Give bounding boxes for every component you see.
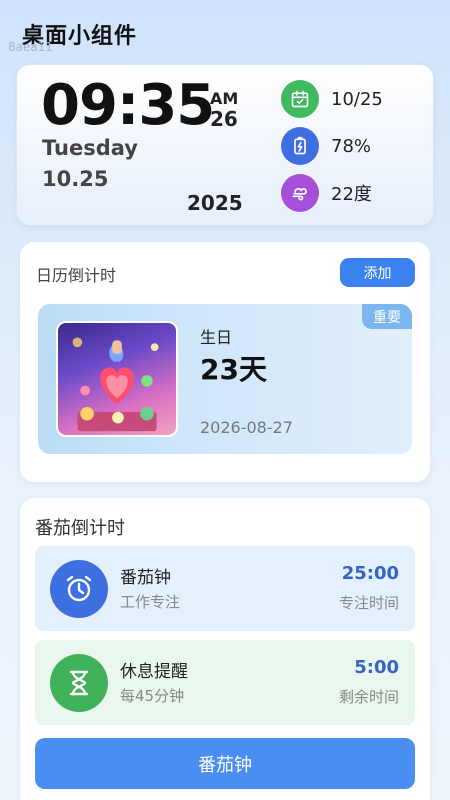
alarm-clock-icon [50, 560, 108, 618]
clock-time: 09:35 [41, 73, 215, 138]
pomodoro-item-rest[interactable]: 休息提醒 每45分钟 5:00 剩余时间 [35, 640, 415, 725]
pomodoro-item-value: 5:00 [354, 657, 399, 678]
event-days-remaining: 23天 [200, 353, 267, 386]
pomodoro-title: 番茄倒计时 [35, 518, 125, 539]
stat-temperature-value: 22度 [331, 184, 372, 205]
clock-ampm: AM [210, 89, 239, 108]
event-name: 生日 [200, 328, 233, 347]
calendar-countdown-card: 日历倒计时 添加 重要 生日 23天 2026-08-27 [20, 242, 430, 482]
clock-date: 10.25 [42, 167, 109, 191]
hourglass-icon [50, 654, 108, 712]
event-date: 2026-08-27 [200, 418, 293, 437]
stat-date-value: 10/25 [331, 88, 383, 110]
important-tag: 重要 [362, 304, 412, 329]
pomodoro-item-label: 专注时间 [338, 594, 399, 612]
pomodoro-item-desc: 每45分钟 [120, 687, 185, 705]
calendar-check-icon [281, 80, 319, 118]
pomodoro-item-desc: 工作专注 [120, 593, 181, 611]
pomodoro-item-value: 25:00 [341, 563, 399, 584]
stat-date: 10/25 [281, 79, 431, 119]
pomodoro-item-name: 番茄钟 [120, 568, 171, 588]
watermark: 8aea11 [8, 40, 53, 54]
pomodoro-start-button[interactable]: 番茄钟 [35, 738, 415, 789]
weather-wind-icon [281, 174, 319, 212]
stat-battery: 78% [281, 126, 431, 166]
pomodoro-card: 番茄倒计时 番茄钟 工作专注 25:00 专注时间 休息提醒 每45分钟 5:0… [20, 498, 430, 800]
add-button[interactable]: 添加 [340, 258, 415, 287]
pomodoro-item-focus[interactable]: 番茄钟 工作专注 25:00 专注时间 [35, 546, 415, 631]
clock-seconds: 26 [210, 107, 238, 131]
clock-year: 2025 [187, 191, 243, 215]
event-thumbnail [56, 321, 178, 437]
stat-temperature: 22度 [281, 173, 431, 213]
calendar-countdown-title: 日历倒计时 [36, 266, 117, 285]
clock-weekday: Tuesday [42, 136, 138, 160]
pomodoro-item-label: 剩余时间 [338, 688, 399, 706]
pomodoro-item-name: 休息提醒 [120, 662, 188, 682]
clock-widget[interactable]: 09:35 AM 26 Tuesday 10.25 2025 10/25 78%… [16, 64, 434, 226]
event-card[interactable]: 重要 生日 23天 2026-08-27 [38, 304, 412, 454]
battery-charging-icon [281, 127, 319, 165]
stat-battery-value: 78% [331, 135, 372, 157]
